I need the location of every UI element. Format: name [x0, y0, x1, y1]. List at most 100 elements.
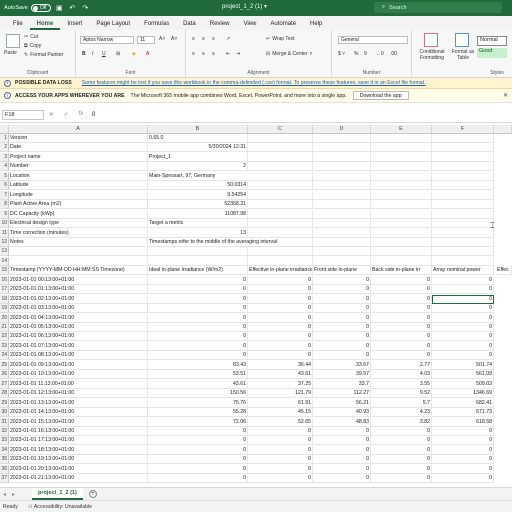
redo-icon[interactable]: ↷: [81, 4, 90, 13]
autosave-toggle[interactable]: Off: [30, 4, 51, 12]
table-cell[interactable]: [248, 219, 313, 229]
table-cell[interactable]: 4.23: [371, 408, 432, 418]
table-cell[interactable]: 0: [371, 332, 432, 342]
next-sheet-icon[interactable]: ▸: [9, 491, 18, 498]
table-cell[interactable]: 0: [148, 455, 248, 465]
table-cell[interactable]: 0: [248, 436, 313, 446]
table-cell[interactable]: 0: [432, 341, 494, 351]
table-cell[interactable]: [313, 181, 371, 191]
fx-icon[interactable]: fx: [78, 111, 83, 118]
table-cell[interactable]: [248, 181, 313, 191]
align-top-icon[interactable]: ≡: [192, 36, 195, 42]
formula-input[interactable]: 0: [88, 112, 95, 118]
table-cell[interactable]: 52368.31: [148, 200, 248, 210]
table-cell[interactable]: [9, 247, 148, 257]
table-cell[interactable]: [248, 134, 313, 143]
table-cell[interactable]: 2023-01-01 13:13:00+01:00: [9, 398, 148, 408]
close-icon[interactable]: ✕: [503, 92, 508, 99]
table-cell[interactable]: 0: [313, 426, 371, 436]
table-cell[interactable]: 2023-01-01 03:13:00+01:00: [9, 304, 148, 314]
table-cell[interactable]: 2023-01-01 06:13:00+01:00: [9, 332, 148, 342]
row-header[interactable]: 35: [0, 455, 9, 465]
row-header[interactable]: 36: [0, 464, 9, 474]
table-cell[interactable]: 150.56: [148, 389, 248, 399]
table-cell[interactable]: 0: [371, 285, 432, 295]
table-cell[interactable]: [371, 209, 432, 219]
row-header[interactable]: 6: [0, 181, 9, 191]
table-cell[interactable]: Time correction (minutes): [9, 228, 148, 238]
row-header[interactable]: 15: [0, 266, 9, 276]
table-cell[interactable]: 0: [248, 285, 313, 295]
format-painter-button[interactable]: ✎ Format Painter: [24, 52, 63, 58]
row-header[interactable]: 26: [0, 370, 9, 380]
table-cell[interactable]: Location: [9, 171, 148, 181]
table-cell[interactable]: 0: [148, 332, 248, 342]
table-cell[interactable]: 0: [313, 351, 371, 361]
copy-button[interactable]: ⧉ Copy: [24, 43, 41, 49]
add-sheet-icon[interactable]: +: [88, 490, 97, 498]
column-title[interactable]: Timestamp (YYYY-MM-DD HH:MM:SS Timezone): [9, 266, 148, 276]
decrease-decimal-icon[interactable]: .00: [390, 51, 397, 57]
table-cell[interactable]: 0: [148, 294, 248, 304]
table-cell[interactable]: [371, 171, 432, 181]
table-cell[interactable]: 0: [248, 323, 313, 332]
table-cell[interactable]: 0: [432, 323, 494, 332]
table-cell[interactable]: Project_1: [148, 152, 248, 162]
font-name-select[interactable]: Aptos Narrow: [80, 36, 134, 44]
column-header[interactable]: C: [248, 125, 313, 134]
window-title[interactable]: project_1_2 (1) ▾: [222, 3, 267, 10]
table-cell[interactable]: 682.41: [432, 398, 494, 408]
table-cell[interactable]: 0: [248, 294, 313, 304]
table-cell[interactable]: 2023-01-01 18:13:00+01:00: [9, 445, 148, 455]
align-right-icon[interactable]: ≡: [212, 51, 215, 57]
data-loss-message[interactable]: Some features might be lost if you save …: [82, 80, 426, 86]
table-cell[interactable]: 48.83: [313, 417, 371, 427]
decrease-font-icon[interactable]: A˅: [171, 36, 177, 42]
table-cell[interactable]: 0: [148, 275, 248, 285]
table-cell[interactable]: 2023-01-01 02:13:00+01:00: [9, 294, 148, 304]
table-cell[interactable]: 0: [148, 426, 248, 436]
table-cell[interactable]: Longitude: [9, 190, 148, 200]
table-cell[interactable]: 43.61: [148, 379, 248, 389]
table-cell[interactable]: 2023-01-01 15:13:00+01:00: [9, 417, 148, 427]
table-cell[interactable]: [313, 237, 371, 247]
format-as-table-icon[interactable]: [455, 33, 469, 47]
row-header[interactable]: 8: [0, 200, 9, 210]
table-cell[interactable]: 0: [313, 304, 371, 314]
italic-icon[interactable]: I: [92, 51, 93, 57]
number-format-select[interactable]: General: [338, 36, 408, 44]
table-cell[interactable]: [371, 190, 432, 200]
table-cell[interactable]: [432, 171, 494, 181]
table-cell[interactable]: Plant Active Area (m2): [9, 200, 148, 210]
menu-tab-view[interactable]: View: [236, 21, 263, 30]
table-cell[interactable]: Main-Spessart, 97, Germany: [148, 172, 248, 181]
wrap-text-button[interactable]: ↵ Wrap Text: [266, 36, 295, 42]
table-cell[interactable]: 1346.69: [432, 389, 494, 399]
table-cell[interactable]: 43.61: [248, 370, 313, 380]
table-cell[interactable]: Timestamps refer to the middle of the av…: [148, 238, 277, 247]
table-cell[interactable]: [432, 134, 494, 143]
table-cell[interactable]: 0: [371, 436, 432, 446]
align-left-icon[interactable]: ≡: [192, 51, 195, 57]
align-middle-icon[interactable]: ≡: [202, 36, 205, 42]
table-cell[interactable]: 0: [432, 474, 494, 484]
align-bottom-icon[interactable]: ≡: [212, 36, 215, 42]
table-cell[interactable]: [371, 247, 432, 257]
row-header[interactable]: 16: [0, 275, 9, 285]
table-cell[interactable]: 0: [248, 341, 313, 351]
table-cell[interactable]: 0: [432, 304, 494, 314]
table-cell[interactable]: 33.67: [313, 360, 371, 370]
table-cell[interactable]: 0: [313, 294, 371, 304]
table-cell[interactable]: 0: [148, 351, 248, 361]
row-header[interactable]: 9: [0, 209, 9, 219]
table-cell[interactable]: [313, 200, 371, 210]
table-cell[interactable]: 2023-01-01 04:13:00+01:00: [9, 313, 148, 323]
table-cell[interactable]: 121.79: [248, 389, 313, 399]
borders-icon[interactable]: ⊞: [116, 51, 120, 57]
table-cell[interactable]: 37.25: [248, 379, 313, 389]
table-cell[interactable]: 4.03: [371, 370, 432, 380]
table-cell[interactable]: 5/30/2024 12:31: [148, 143, 248, 153]
table-cell[interactable]: 2023-01-01 20:13:00+01:00: [9, 464, 148, 474]
table-cell[interactable]: [432, 256, 494, 266]
table-cell[interactable]: 0: [432, 445, 494, 455]
